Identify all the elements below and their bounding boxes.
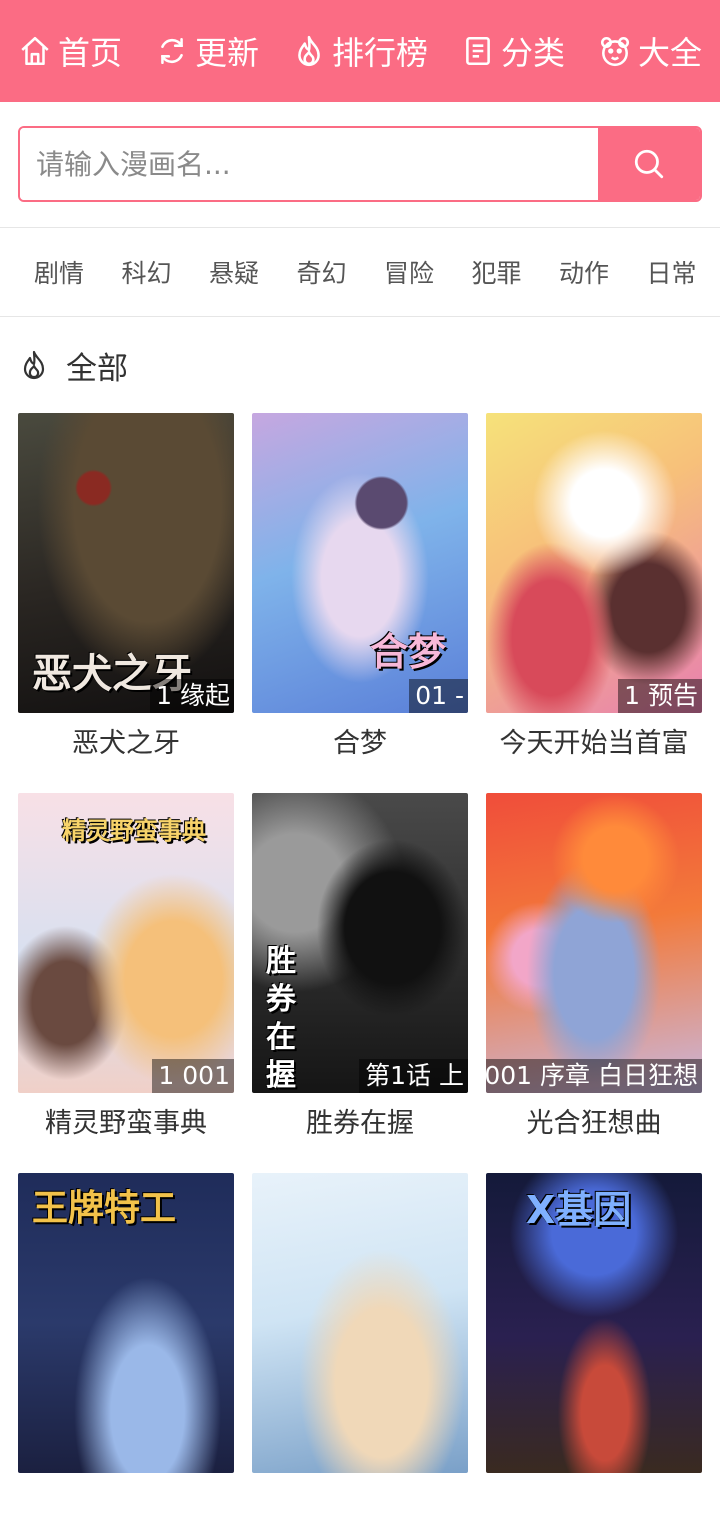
section-header: 全部: [0, 317, 720, 413]
category-tab[interactable]: 奇幻: [297, 254, 385, 290]
comic-card[interactable]: 1 预告 今天开始当首富: [486, 413, 702, 773]
comic-cover[interactable]: 王牌特工: [18, 1173, 234, 1473]
comic-cover[interactable]: X基因: [486, 1173, 702, 1473]
nav-category[interactable]: 分类: [461, 28, 565, 74]
comic-title[interactable]: 胜券在握: [252, 1093, 468, 1153]
nav-ranking[interactable]: 排行榜: [292, 28, 428, 74]
category-tab[interactable]: 犯罪: [472, 254, 560, 290]
category-tab[interactable]: 悬疑: [209, 254, 297, 290]
comic-cover[interactable]: 恶犬之牙 1 缘起: [18, 413, 234, 713]
comic-card[interactable]: [252, 1173, 468, 1533]
comic-cover[interactable]: 001 序章 白日狂想: [486, 793, 702, 1093]
category-tab[interactable]: 科幻: [122, 254, 210, 290]
comic-cover[interactable]: [252, 1173, 468, 1473]
comic-card[interactable]: 合梦 01 - 合梦: [252, 413, 468, 773]
fire-icon: [18, 348, 50, 382]
nav-all[interactable]: 大全: [598, 28, 702, 74]
chapter-badge: 01 -: [409, 679, 468, 713]
comic-card[interactable]: 精灵野蛮事典 1 001 精灵野蛮事典: [18, 793, 234, 1153]
comic-title[interactable]: 合梦: [252, 713, 468, 773]
comic-title[interactable]: [18, 1473, 234, 1533]
cover-title-text: 精灵野蛮事典: [62, 811, 206, 846]
comic-cover[interactable]: 合梦 01 -: [252, 413, 468, 713]
cover-title-text: 王牌特工: [32, 1179, 176, 1231]
cover-title-text: 合梦: [370, 621, 446, 676]
chapter-badge: 1 001: [152, 1059, 234, 1093]
search-input[interactable]: [20, 128, 598, 200]
cover-title-text: X基因: [526, 1179, 631, 1234]
home-icon: [18, 34, 52, 68]
category-bar: 剧情 科幻 悬疑 奇幻 冒险 犯罪 动作 日常: [0, 228, 720, 317]
chapter-badge: 1 预告: [618, 679, 702, 713]
nav-ranking-label: 排行榜: [332, 28, 428, 74]
nav-home[interactable]: 首页: [18, 28, 122, 74]
comic-cover[interactable]: 胜券在握 第1话 上: [252, 793, 468, 1093]
nav-category-label: 分类: [501, 28, 565, 74]
nav-update-label: 更新: [195, 28, 259, 74]
nav-update[interactable]: 更新: [155, 28, 259, 74]
chapter-badge: 第1话 上: [359, 1059, 468, 1093]
search-bar: [0, 102, 720, 228]
comic-grid: 恶犬之牙 1 缘起 恶犬之牙 合梦 01 - 合梦 1 预告 今天开始当首富 精…: [0, 413, 720, 1533]
comic-title[interactable]: [486, 1473, 702, 1533]
category-tab[interactable]: 剧情: [34, 254, 122, 290]
fire-icon: [292, 34, 326, 68]
comic-card[interactable]: 王牌特工: [18, 1173, 234, 1533]
category-tab[interactable]: 动作: [559, 254, 647, 290]
comic-title[interactable]: 恶犬之牙: [18, 713, 234, 773]
search-icon: [632, 147, 666, 181]
nav-home-label: 首页: [58, 28, 122, 74]
chapter-badge: 001 序章 白日狂想: [486, 1059, 702, 1093]
list-icon: [461, 34, 495, 68]
search-box: [18, 126, 702, 202]
chapter-badge: 1 缘起: [150, 679, 234, 713]
category-tab[interactable]: 冒险: [384, 254, 472, 290]
comic-title[interactable]: [252, 1473, 468, 1533]
comic-card[interactable]: 恶犬之牙 1 缘起 恶犬之牙: [18, 413, 234, 773]
comic-cover[interactable]: 1 预告: [486, 413, 702, 713]
top-nav: 首页 更新 排行榜 分类 大全: [0, 0, 720, 102]
comic-card[interactable]: 001 序章 白日狂想 光合狂想曲: [486, 793, 702, 1153]
comic-title[interactable]: 光合狂想曲: [486, 1093, 702, 1153]
comic-title[interactable]: 今天开始当首富: [486, 713, 702, 773]
section-title: 全部: [66, 343, 128, 388]
search-button[interactable]: [598, 128, 700, 200]
nav-all-label: 大全: [638, 28, 702, 74]
comic-card[interactable]: X基因: [486, 1173, 702, 1533]
comic-card[interactable]: 胜券在握 第1话 上 胜券在握: [252, 793, 468, 1153]
comic-cover[interactable]: 精灵野蛮事典 1 001: [18, 793, 234, 1093]
refresh-icon: [155, 34, 189, 68]
comic-title[interactable]: 精灵野蛮事典: [18, 1093, 234, 1153]
cover-title-text: 胜券在握: [266, 943, 302, 1093]
bear-icon: [598, 34, 632, 68]
category-tab[interactable]: 日常: [647, 254, 720, 290]
